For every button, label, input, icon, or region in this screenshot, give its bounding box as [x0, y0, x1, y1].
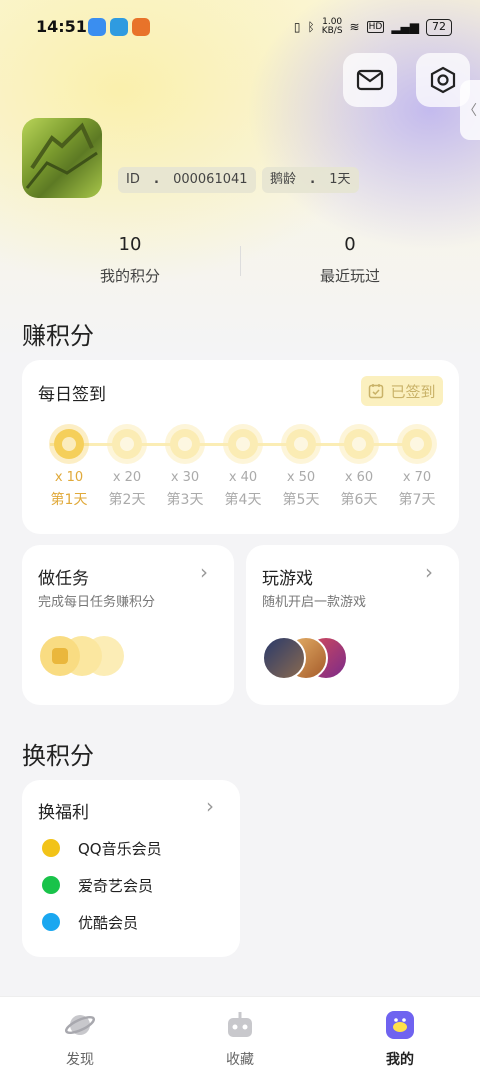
- tasks-chevron-icon: ›: [200, 560, 208, 584]
- app-notification-icon: [88, 18, 106, 36]
- checkin-multiplier: x 10: [54, 470, 84, 485]
- coin-icon: [352, 437, 366, 451]
- coin-icon: [294, 437, 308, 451]
- avatar[interactable]: [22, 118, 102, 198]
- id-value: 000061041: [173, 172, 248, 187]
- signed-label: 已签到: [390, 382, 436, 401]
- coin-icon: [62, 437, 76, 451]
- game-avatar-1: [262, 636, 306, 680]
- id-label: ID: [126, 172, 140, 187]
- battery-indicator: 72: [426, 18, 452, 36]
- nav-favorites-label: 收藏: [226, 1052, 254, 1068]
- games-chevron-icon: ›: [425, 560, 433, 584]
- recent-played-stat[interactable]: 0 最近玩过: [290, 234, 410, 286]
- checkin-coin-day-2: [112, 429, 142, 459]
- checkin-multiplier: x 30: [170, 470, 200, 485]
- welfare-item-label[interactable]: QQ音乐会员: [78, 838, 162, 859]
- points-stat[interactable]: 10 我的积分: [70, 234, 190, 286]
- browser-notification-icon: [110, 18, 128, 36]
- checkin-coin-day-7: [402, 429, 432, 459]
- game-notification-icon: [132, 18, 150, 36]
- checkin-day-label: 第5天: [282, 492, 320, 508]
- welfare-chevron-icon: ›: [206, 794, 214, 818]
- calendar-check-icon: [369, 384, 384, 399]
- checkin-multiplier: x 40: [228, 470, 258, 485]
- exchange-section-title: 换积分: [22, 742, 94, 770]
- games-subtitle: 随机开启一款游戏: [262, 595, 367, 610]
- checkin-coin-day-6: [344, 429, 374, 459]
- avatar-image: [25, 122, 98, 189]
- penguin-icon: [386, 1011, 414, 1039]
- welfare-item-label[interactable]: 优酷会员: [78, 912, 138, 933]
- bluetooth-icon: ᛒ: [307, 20, 315, 34]
- checkin-title: 每日签到: [38, 385, 106, 405]
- robot-icon: [228, 1012, 252, 1037]
- settings-hexagon-icon: [430, 66, 456, 94]
- coin-icon: [178, 437, 192, 451]
- welfare-title: 换福利: [38, 803, 89, 823]
- tasks-title: 做任务: [38, 569, 89, 589]
- bottom-navigation: 发现 收藏 我的: [0, 996, 480, 1072]
- network-speed: 1.00 KB/S: [321, 17, 343, 36]
- checkin-coin-day-4: [228, 429, 258, 459]
- checkin-coin-day-5: [286, 429, 316, 459]
- wifi-icon: ≋: [349, 20, 360, 34]
- task-bag-icon: [40, 636, 80, 676]
- side-drawer-handle[interactable]: 〈: [460, 80, 480, 140]
- nav-mine-label: 我的: [386, 1052, 414, 1068]
- tasks-subtitle: 完成每日任务赚积分: [38, 595, 156, 610]
- checkin-multiplier: x 60: [344, 470, 374, 485]
- vibrate-icon: ▯: [293, 20, 301, 34]
- signed-badge[interactable]: 已签到: [361, 376, 443, 406]
- mail-icon: [356, 69, 384, 91]
- checkin-multiplier: x 50: [286, 470, 316, 485]
- checkin-day-label: 第4天: [224, 492, 262, 508]
- planet-icon: [64, 1015, 96, 1035]
- coin-icon: [410, 437, 424, 451]
- status-bar: 14:51 ▯ ᛒ 1.00 KB/S ≋ HD ▂▄▆ 72: [0, 0, 480, 56]
- games-title: 玩游戏: [262, 569, 313, 589]
- status-right: ▯ ᛒ 1.00 KB/S ≋ HD ▂▄▆ 72: [294, 18, 452, 36]
- checkin-coin-day-3: [170, 429, 200, 459]
- checkin-day-label: 第3天: [166, 492, 204, 508]
- points-value: 10: [118, 234, 142, 255]
- age-label: 鹅龄: [270, 172, 297, 187]
- checkin-day-label: 第1天: [50, 492, 88, 508]
- nav-favorites[interactable]: 收藏: [200, 1009, 280, 1069]
- hd-icon: HD: [366, 21, 385, 33]
- coin-icon: [236, 437, 250, 451]
- qq-music-icon: [42, 839, 60, 857]
- checkin-multiplier: x 70: [402, 470, 432, 485]
- user-id-chip: ID . 000061041: [118, 167, 256, 193]
- earn-section-title: 赚积分: [22, 322, 94, 350]
- checkin-coin-day-1: [54, 429, 84, 459]
- account-age-chip: 鹅龄 . 1天: [262, 167, 359, 193]
- recent-played-label: 最近玩过: [319, 267, 380, 285]
- nav-discover-label: 发现: [66, 1052, 94, 1068]
- nav-mine[interactable]: 我的: [360, 1009, 440, 1069]
- stats-divider: [240, 246, 241, 276]
- points-label: 我的积分: [99, 267, 160, 285]
- nav-discover[interactable]: 发现: [40, 1009, 120, 1069]
- status-time: 14:51: [36, 17, 87, 36]
- age-value: 1天: [329, 172, 351, 187]
- checkin-day-label: 第6天: [340, 492, 378, 508]
- recent-played-value: 0: [344, 234, 356, 255]
- checkin-day-label: 第7天: [398, 492, 436, 508]
- signal-icon: ▂▄▆: [391, 20, 419, 34]
- checkin-multiplier: x 20: [112, 470, 142, 485]
- youku-icon: [42, 913, 60, 931]
- mail-button[interactable]: [343, 53, 397, 107]
- coin-icon: [120, 437, 134, 451]
- checkin-day-label: 第2天: [108, 492, 146, 508]
- iqiyi-icon: [42, 876, 60, 894]
- welfare-item-label[interactable]: 爱奇艺会员: [78, 875, 153, 896]
